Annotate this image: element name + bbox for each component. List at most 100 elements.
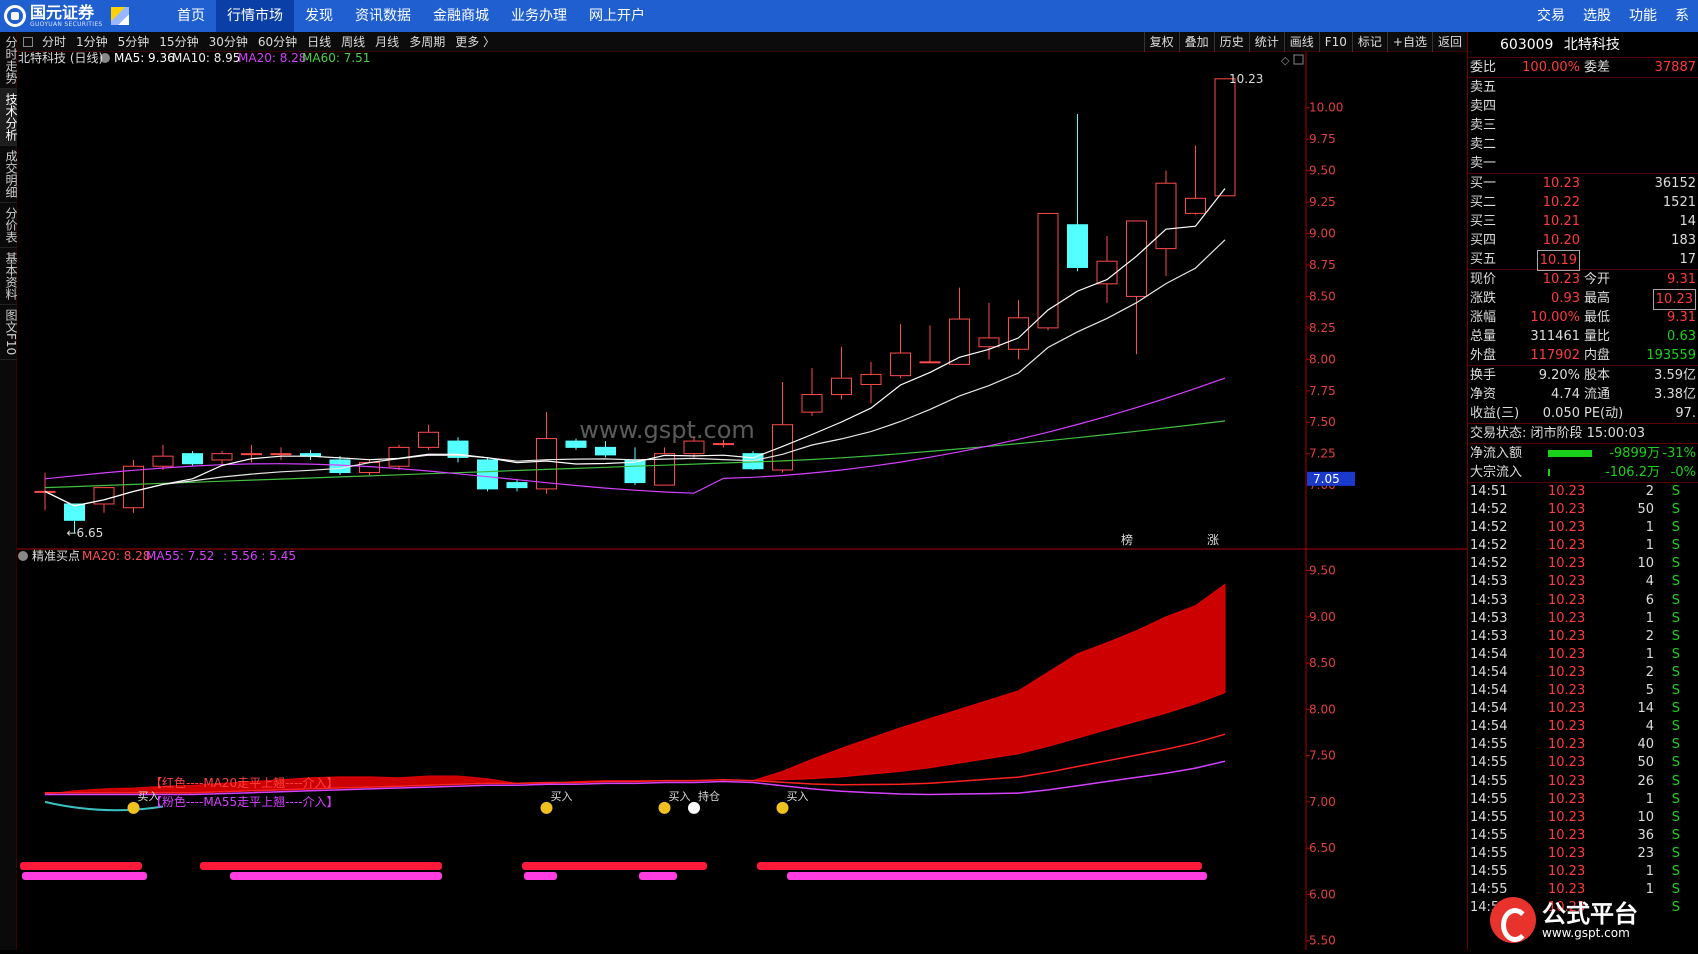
buy-row-1-label: 买二	[1470, 195, 1497, 210]
stat2-row-0-v1: 9.20%	[1538, 368, 1580, 383]
nav-item-1[interactable]: 行情市场	[216, 0, 294, 32]
layout-toggle-icon[interactable]	[23, 36, 33, 47]
vtab-3[interactable]: 分价表	[0, 203, 18, 248]
tool-6[interactable]: 标记	[1351, 32, 1387, 52]
flow-row-1-pct: -0%	[1670, 465, 1696, 480]
stat2-row-0: 换手 9.20% 股本 3.59亿	[1468, 366, 1698, 385]
stat2-row-2-l2: PE(动)	[1584, 406, 1624, 421]
vertical-tabs: 分时走势 技术分析 成交明细 分价表 基本资料 图文F10	[0, 32, 18, 950]
candle-body-8	[270, 453, 292, 456]
sell-row-4: 卖一	[1468, 154, 1698, 173]
stat-row-1: 涨跌 0.93 最高 10.23	[1468, 289, 1698, 310]
sub-legend-ma20: MA20: 8.28	[82, 549, 150, 563]
vtab-5[interactable]: 图文F10	[0, 305, 18, 361]
tick-time-3: 14:52	[1470, 538, 1508, 554]
buy-label-3: 持仓	[698, 789, 720, 803]
tick-side-2: S	[1671, 520, 1680, 536]
tick-time-6: 14:53	[1470, 592, 1508, 608]
vtab-2[interactable]: 成交明细	[0, 146, 18, 203]
vtab-0[interactable]: 分时走势	[0, 32, 18, 89]
marker-zhang: 涨	[1207, 532, 1219, 547]
sell-row-4-label: 卖一	[1470, 156, 1497, 171]
tick-row-18: 14:55 10.23 10 S	[1468, 809, 1698, 827]
sub-ytick-0: 9.50	[1309, 564, 1336, 578]
legend-ma60: MA60: 7.51	[302, 52, 370, 65]
candle-body-39	[1185, 197, 1206, 214]
tick-price-7: 10.23	[1548, 610, 1586, 626]
candle-body-15	[477, 459, 498, 490]
main-ytick-4: 9.00	[1309, 227, 1336, 241]
period-0[interactable]: 分时	[37, 33, 71, 50]
tick-vol-1: 50	[1637, 502, 1654, 518]
buy-row-4: 买五 10.19 17	[1468, 250, 1698, 271]
buy-marker-icon-3	[688, 801, 700, 814]
tick-vol-8: 2	[1645, 628, 1654, 644]
tool-0[interactable]: 复权	[1143, 32, 1179, 52]
tick-time-5: 14:53	[1470, 574, 1508, 590]
tool-2[interactable]: 历史	[1213, 32, 1249, 52]
sub-ytick-1: 9.00	[1309, 610, 1336, 624]
nav-item-2[interactable]: 发现	[294, 0, 344, 32]
chart-toolbar: 复权 叠加 历史 统计 画线 F10 标记 +自选 返回	[1143, 32, 1467, 52]
webi-row-label: 委比	[1470, 60, 1497, 75]
right-nav-item-3[interactable]: 系	[1666, 0, 1698, 32]
tool-4[interactable]: 画线	[1283, 32, 1319, 52]
main-ytick-2: 9.50	[1309, 164, 1336, 178]
sub-legend-ma55: MA55: 7.52	[146, 549, 214, 563]
period-1[interactable]: 1分钟	[71, 33, 113, 50]
period-3[interactable]: 15分钟	[154, 33, 203, 50]
period-7[interactable]: 周线	[336, 33, 370, 50]
candle-body-4	[152, 455, 174, 467]
sub-legend-ratio: : 5.56 : 5.45	[223, 549, 296, 563]
nav-item-6[interactable]: 网上开户	[578, 0, 656, 32]
nav-item-4[interactable]: 金融商城	[422, 0, 500, 32]
candle-body-37	[1126, 220, 1147, 297]
kline-chart[interactable]: 北特科技 (日线) MA5: 9.36MA10: 8.95MA20: 8.28MA…	[17, 50, 1467, 950]
tick-vol-12: 14	[1637, 701, 1654, 717]
stat2-row-2: 收益(三) 0.050 PE(动) 97.	[1468, 404, 1698, 423]
right-nav-item-1[interactable]: 选股	[1574, 0, 1620, 32]
period-8[interactable]: 月线	[370, 33, 404, 50]
period-9[interactable]: 多周期	[404, 33, 450, 50]
tick-time-19: 14:55	[1470, 827, 1508, 843]
nav-item-5[interactable]: 业务办理	[500, 0, 578, 32]
tick-price-4: 10.23	[1548, 556, 1586, 572]
tick-side-16: S	[1671, 773, 1680, 789]
tool-7[interactable]: +自选	[1386, 32, 1432, 52]
buy-row-2: 买三 10.21 14	[1468, 212, 1698, 231]
period-2[interactable]: 5分钟	[113, 33, 155, 50]
tick-row-11: 14:54 10.23 5 S	[1468, 682, 1698, 700]
period-5[interactable]: 60分钟	[253, 33, 302, 50]
stat2-row-0-l1: 换手	[1470, 368, 1497, 383]
candle-body-6	[211, 453, 233, 461]
buy-label-2: 买入	[669, 790, 691, 803]
nav-item-3[interactable]: 资讯数据	[344, 0, 422, 32]
tick-vol-2: 1	[1645, 520, 1654, 536]
period-10[interactable]: 更多 〉	[450, 33, 500, 50]
stat-row-1-v2: 10.23	[1652, 289, 1696, 310]
tick-side-20: S	[1671, 845, 1680, 861]
sub-ytick-5: 7.00	[1309, 795, 1336, 809]
flow-row-0-value: -9899万	[1609, 446, 1660, 461]
buy-row-4-vol: 17	[1679, 252, 1696, 267]
tick-row-1: 14:52 10.23 50 S	[1468, 501, 1698, 519]
tool-3[interactable]: 统计	[1248, 32, 1284, 52]
right-nav-item-0[interactable]: 交易	[1528, 0, 1574, 32]
stat-row-4: 外盘 117902 内盘 193559	[1468, 346, 1698, 365]
right-nav-item-2[interactable]: 功能	[1620, 0, 1666, 32]
stat2-row-1-l2: 流通	[1584, 387, 1611, 402]
sub-legend-toggle-icon	[18, 551, 28, 561]
chart-area[interactable]: 北特科技 (日线) MA5: 9.36 MA10: 8.95 MA20: 8.28 MA…	[17, 50, 1467, 950]
nav-item-0[interactable]: 首页	[166, 0, 216, 32]
tick-time-15: 14:55	[1470, 755, 1508, 771]
period-6[interactable]: 日线	[302, 33, 336, 50]
tool-1[interactable]: 叠加	[1178, 32, 1214, 52]
tool-5[interactable]: F10	[1318, 32, 1352, 52]
flow-row-1: 大宗流入 -0% -106.2万	[1468, 463, 1698, 482]
tick-row-12: 14:54 10.23 14 S	[1468, 700, 1698, 718]
vtab-4[interactable]: 基本资料	[0, 248, 18, 305]
vtab-1[interactable]: 技术分析	[0, 89, 18, 146]
candle-body-26	[801, 394, 823, 413]
period-4[interactable]: 30分钟	[204, 33, 253, 50]
tool-8[interactable]: 返回	[1431, 32, 1467, 52]
